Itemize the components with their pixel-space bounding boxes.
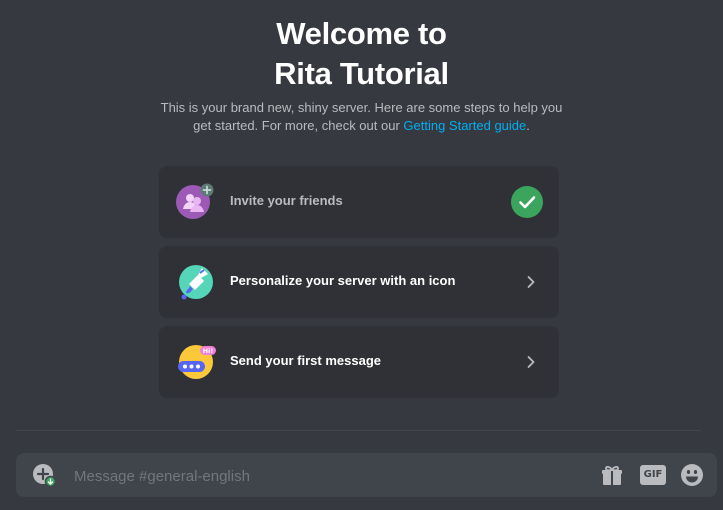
welcome-title: Welcome to Rita Tutorial: [0, 14, 723, 94]
welcome-subtitle: This is your brand new, shiny server. He…: [160, 99, 563, 135]
gif-label: GIF: [640, 465, 666, 485]
chevron-right-icon: [527, 356, 535, 368]
welcome-title-line1: Welcome to: [276, 16, 447, 51]
checklist-label: Send your first message: [230, 353, 381, 368]
checkmark-icon: [519, 196, 536, 209]
message-composer: GIF: [16, 453, 717, 499]
hi-badge-text: Hi!: [203, 347, 214, 355]
gif-button[interactable]: GIF: [640, 464, 666, 486]
emoji-icon[interactable]: [680, 463, 704, 487]
subtitle-end: .: [526, 118, 530, 133]
checklist-item-first-message[interactable]: Hi! Send your first message: [159, 326, 559, 398]
invite-friends-icon: [176, 183, 214, 219]
completed-check: [511, 186, 543, 218]
gift-icon[interactable]: [600, 463, 624, 487]
divider: [16, 430, 701, 431]
upload-button[interactable]: [32, 463, 56, 487]
checklist-label: Personalize your server with an icon: [230, 273, 456, 288]
checklist-label: Invite your friends: [230, 193, 343, 208]
message-input[interactable]: [72, 453, 596, 499]
personalize-icon: [179, 265, 213, 300]
getting-started-link[interactable]: Getting Started guide: [403, 118, 526, 133]
chevron-right-icon: [527, 276, 535, 288]
welcome-title-line2: Rita Tutorial: [274, 56, 449, 91]
checklist-item-invite-friends[interactable]: Invite your friends: [159, 166, 559, 238]
checklist-item-personalize-server[interactable]: Personalize your server with an icon: [159, 246, 559, 318]
send-message-icon: Hi!: [178, 345, 216, 379]
